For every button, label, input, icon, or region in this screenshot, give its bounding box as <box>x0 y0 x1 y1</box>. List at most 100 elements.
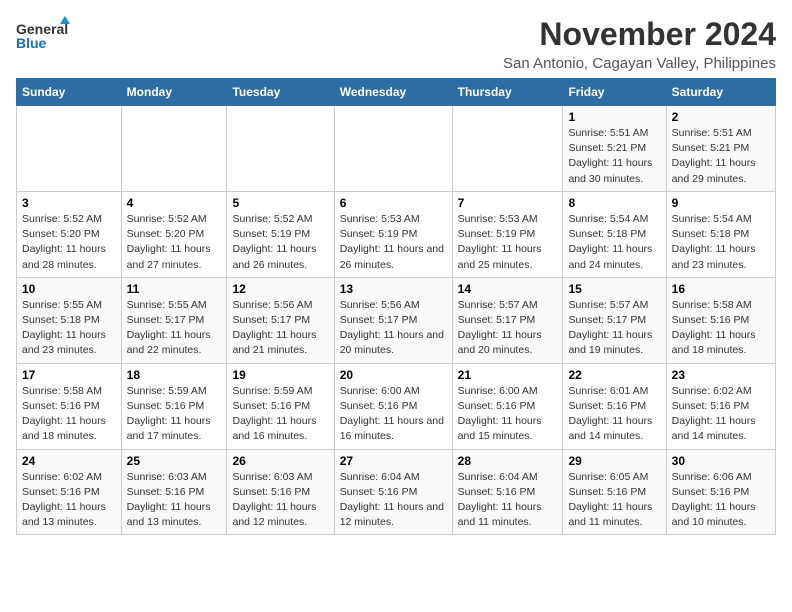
calendar-week-4: 17 Sunrise: 5:58 AMSunset: 5:16 PMDaylig… <box>17 363 776 449</box>
day-number: 2 <box>672 110 770 124</box>
day-info: Sunrise: 6:06 AMSunset: 5:16 PMDaylight:… <box>672 470 770 531</box>
day-info: Sunrise: 5:53 AMSunset: 5:19 PMDaylight:… <box>340 212 447 273</box>
calendar-cell: 28 Sunrise: 6:04 AMSunset: 5:16 PMDaylig… <box>452 449 563 535</box>
day-number: 23 <box>672 368 770 382</box>
day-number: 6 <box>340 196 447 210</box>
col-saturday: Saturday <box>666 79 775 106</box>
day-number: 21 <box>458 368 558 382</box>
calendar-cell <box>121 106 227 192</box>
day-info: Sunrise: 5:52 AMSunset: 5:20 PMDaylight:… <box>22 212 116 273</box>
day-number: 25 <box>127 454 222 468</box>
calendar-cell: 10 Sunrise: 5:55 AMSunset: 5:18 PMDaylig… <box>17 277 122 363</box>
day-info: Sunrise: 5:58 AMSunset: 5:16 PMDaylight:… <box>672 298 770 359</box>
title-block: November 2024 San Antonio, Cagayan Valle… <box>503 16 776 72</box>
day-number: 22 <box>568 368 660 382</box>
page-title: November 2024 <box>503 16 776 53</box>
day-info: Sunrise: 5:51 AMSunset: 5:21 PMDaylight:… <box>568 126 660 187</box>
day-number: 9 <box>672 196 770 210</box>
calendar-cell: 27 Sunrise: 6:04 AMSunset: 5:16 PMDaylig… <box>334 449 452 535</box>
col-friday: Friday <box>563 79 666 106</box>
calendar-cell: 24 Sunrise: 6:02 AMSunset: 5:16 PMDaylig… <box>17 449 122 535</box>
day-number: 27 <box>340 454 447 468</box>
col-monday: Monday <box>121 79 227 106</box>
calendar-cell: 29 Sunrise: 6:05 AMSunset: 5:16 PMDaylig… <box>563 449 666 535</box>
calendar-cell: 20 Sunrise: 6:00 AMSunset: 5:16 PMDaylig… <box>334 363 452 449</box>
day-number: 4 <box>127 196 222 210</box>
day-number: 17 <box>22 368 116 382</box>
day-info: Sunrise: 6:02 AMSunset: 5:16 PMDaylight:… <box>672 384 770 445</box>
calendar-cell: 18 Sunrise: 5:59 AMSunset: 5:16 PMDaylig… <box>121 363 227 449</box>
calendar-cell: 12 Sunrise: 5:56 AMSunset: 5:17 PMDaylig… <box>227 277 334 363</box>
day-info: Sunrise: 6:03 AMSunset: 5:16 PMDaylight:… <box>127 470 222 531</box>
day-info: Sunrise: 5:59 AMSunset: 5:16 PMDaylight:… <box>232 384 328 445</box>
day-number: 13 <box>340 282 447 296</box>
calendar-cell: 6 Sunrise: 5:53 AMSunset: 5:19 PMDayligh… <box>334 191 452 277</box>
day-info: Sunrise: 5:52 AMSunset: 5:19 PMDaylight:… <box>232 212 328 273</box>
calendar-week-1: 1 Sunrise: 5:51 AMSunset: 5:21 PMDayligh… <box>17 106 776 192</box>
calendar-cell: 17 Sunrise: 5:58 AMSunset: 5:16 PMDaylig… <box>17 363 122 449</box>
calendar-cell <box>17 106 122 192</box>
calendar-week-5: 24 Sunrise: 6:02 AMSunset: 5:16 PMDaylig… <box>17 449 776 535</box>
day-info: Sunrise: 6:01 AMSunset: 5:16 PMDaylight:… <box>568 384 660 445</box>
calendar-cell: 30 Sunrise: 6:06 AMSunset: 5:16 PMDaylig… <box>666 449 775 535</box>
day-number: 1 <box>568 110 660 124</box>
calendar-cell: 16 Sunrise: 5:58 AMSunset: 5:16 PMDaylig… <box>666 277 775 363</box>
page-header: General Blue November 2024 San Antonio, … <box>16 16 776 72</box>
calendar-cell: 26 Sunrise: 6:03 AMSunset: 5:16 PMDaylig… <box>227 449 334 535</box>
calendar-cell: 9 Sunrise: 5:54 AMSunset: 5:18 PMDayligh… <box>666 191 775 277</box>
day-number: 29 <box>568 454 660 468</box>
col-thursday: Thursday <box>452 79 563 106</box>
day-number: 5 <box>232 196 328 210</box>
logo-svg: General Blue <box>16 16 76 60</box>
calendar-cell: 23 Sunrise: 6:02 AMSunset: 5:16 PMDaylig… <box>666 363 775 449</box>
day-info: Sunrise: 5:54 AMSunset: 5:18 PMDaylight:… <box>672 212 770 273</box>
day-number: 14 <box>458 282 558 296</box>
calendar-cell: 21 Sunrise: 6:00 AMSunset: 5:16 PMDaylig… <box>452 363 563 449</box>
calendar-cell: 3 Sunrise: 5:52 AMSunset: 5:20 PMDayligh… <box>17 191 122 277</box>
day-info: Sunrise: 5:55 AMSunset: 5:18 PMDaylight:… <box>22 298 116 359</box>
calendar-cell: 1 Sunrise: 5:51 AMSunset: 5:21 PMDayligh… <box>563 106 666 192</box>
day-info: Sunrise: 6:02 AMSunset: 5:16 PMDaylight:… <box>22 470 116 531</box>
col-wednesday: Wednesday <box>334 79 452 106</box>
day-number: 19 <box>232 368 328 382</box>
calendar-cell <box>227 106 334 192</box>
day-number: 11 <box>127 282 222 296</box>
calendar-cell: 25 Sunrise: 6:03 AMSunset: 5:16 PMDaylig… <box>121 449 227 535</box>
day-number: 24 <box>22 454 116 468</box>
day-info: Sunrise: 5:59 AMSunset: 5:16 PMDaylight:… <box>127 384 222 445</box>
day-info: Sunrise: 5:51 AMSunset: 5:21 PMDaylight:… <box>672 126 770 187</box>
day-info: Sunrise: 6:00 AMSunset: 5:16 PMDaylight:… <box>458 384 558 445</box>
calendar-header-row: Sunday Monday Tuesday Wednesday Thursday… <box>17 79 776 106</box>
day-info: Sunrise: 5:52 AMSunset: 5:20 PMDaylight:… <box>127 212 222 273</box>
day-info: Sunrise: 5:58 AMSunset: 5:16 PMDaylight:… <box>22 384 116 445</box>
calendar-cell <box>452 106 563 192</box>
calendar-cell: 2 Sunrise: 5:51 AMSunset: 5:21 PMDayligh… <box>666 106 775 192</box>
calendar-cell: 11 Sunrise: 5:55 AMSunset: 5:17 PMDaylig… <box>121 277 227 363</box>
day-info: Sunrise: 6:00 AMSunset: 5:16 PMDaylight:… <box>340 384 447 445</box>
day-info: Sunrise: 6:04 AMSunset: 5:16 PMDaylight:… <box>340 470 447 531</box>
calendar-week-2: 3 Sunrise: 5:52 AMSunset: 5:20 PMDayligh… <box>17 191 776 277</box>
day-number: 3 <box>22 196 116 210</box>
day-info: Sunrise: 6:04 AMSunset: 5:16 PMDaylight:… <box>458 470 558 531</box>
day-number: 10 <box>22 282 116 296</box>
calendar-cell: 13 Sunrise: 5:56 AMSunset: 5:17 PMDaylig… <box>334 277 452 363</box>
svg-text:Blue: Blue <box>16 35 47 51</box>
calendar-week-3: 10 Sunrise: 5:55 AMSunset: 5:18 PMDaylig… <box>17 277 776 363</box>
calendar-cell: 5 Sunrise: 5:52 AMSunset: 5:19 PMDayligh… <box>227 191 334 277</box>
calendar-cell: 22 Sunrise: 6:01 AMSunset: 5:16 PMDaylig… <box>563 363 666 449</box>
day-info: Sunrise: 5:57 AMSunset: 5:17 PMDaylight:… <box>458 298 558 359</box>
day-number: 12 <box>232 282 328 296</box>
day-number: 16 <box>672 282 770 296</box>
day-info: Sunrise: 6:03 AMSunset: 5:16 PMDaylight:… <box>232 470 328 531</box>
calendar-cell: 15 Sunrise: 5:57 AMSunset: 5:17 PMDaylig… <box>563 277 666 363</box>
day-number: 7 <box>458 196 558 210</box>
day-info: Sunrise: 5:54 AMSunset: 5:18 PMDaylight:… <box>568 212 660 273</box>
logo: General Blue <box>16 16 76 60</box>
day-info: Sunrise: 5:57 AMSunset: 5:17 PMDaylight:… <box>568 298 660 359</box>
day-info: Sunrise: 5:56 AMSunset: 5:17 PMDaylight:… <box>340 298 447 359</box>
calendar-cell: 7 Sunrise: 5:53 AMSunset: 5:19 PMDayligh… <box>452 191 563 277</box>
col-sunday: Sunday <box>17 79 122 106</box>
calendar-cell: 4 Sunrise: 5:52 AMSunset: 5:20 PMDayligh… <box>121 191 227 277</box>
day-number: 26 <box>232 454 328 468</box>
day-info: Sunrise: 5:53 AMSunset: 5:19 PMDaylight:… <box>458 212 558 273</box>
